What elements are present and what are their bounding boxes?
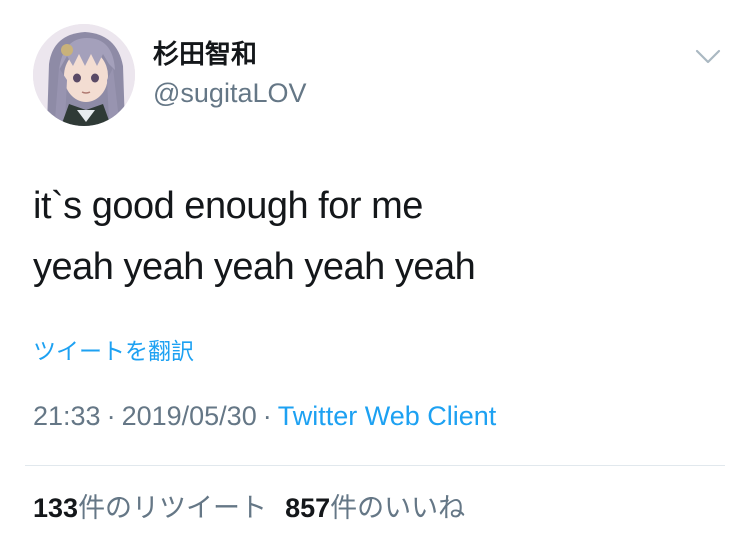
author-handle[interactable]: @sugitaLOV <box>153 77 306 109</box>
tweet-stats: 133件のリツイート 857件のいいね <box>33 490 465 526</box>
author-avatar[interactable] <box>33 24 135 126</box>
meta-separator: · <box>262 401 272 431</box>
tweet-menu-button[interactable] <box>695 48 721 66</box>
stats-divider <box>25 465 725 466</box>
meta-separator: · <box>106 401 116 431</box>
retweets-count: 133 <box>33 493 79 523</box>
likes-count: 857 <box>285 493 331 523</box>
tweet-text-line: it`s good enough for me <box>33 185 423 227</box>
retweets-label: 件のリツイート <box>78 493 268 523</box>
tweet-date[interactable]: 2019/05/30 <box>122 401 257 431</box>
chevron-down-icon <box>695 49 721 64</box>
anime-character-avatar-icon <box>33 24 135 126</box>
tweet-time[interactable]: 21:33 <box>33 401 101 431</box>
translate-tweet-link[interactable]: ツイートを翻訳 <box>33 336 194 366</box>
likes-stat[interactable]: 857件のいいね <box>285 493 465 523</box>
author-display-name[interactable]: 杉田智和 <box>153 38 257 70</box>
tweet-text-line: yeah yeah yeah yeah yeah <box>33 246 476 288</box>
tweet-client-link[interactable]: Twitter Web Client <box>278 401 497 431</box>
tweet-meta: 21:33 · 2019/05/30 · Twitter Web Client <box>33 398 496 434</box>
retweets-stat[interactable]: 133件のリツイート <box>33 493 267 523</box>
likes-label: 件のいいね <box>330 493 466 523</box>
tweet-text: it`s good enough for me yeah yeah yeah y… <box>33 176 476 298</box>
